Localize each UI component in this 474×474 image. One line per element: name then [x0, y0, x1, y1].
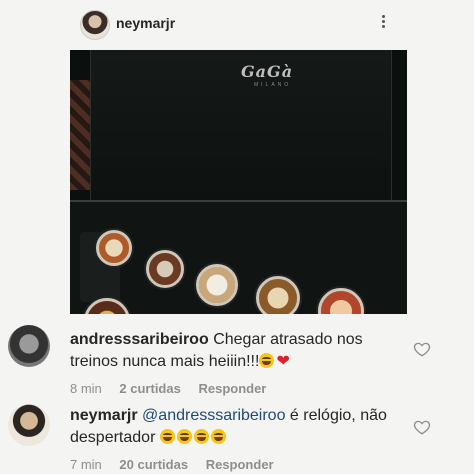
watch [256, 276, 300, 314]
red-heart-emoji-icon: ❤ [276, 353, 290, 370]
watch-box-lid: GaGà MILANO [90, 50, 392, 201]
brand-logo: GaGà [241, 62, 294, 81]
watch [96, 230, 132, 266]
comment-time: 7 min [70, 457, 102, 472]
comment-meta: 8 min 2 curtidas Responder [70, 381, 280, 396]
laughing-emoji-icon [159, 429, 175, 444]
avatar[interactable] [8, 404, 50, 446]
comment-body: neymarjr @andresssaribeiroo é relógio, n… [70, 405, 410, 449]
comment-body: andresssaribeiroo Chegar atrasado nos tr… [70, 329, 410, 373]
watch-tray [70, 200, 407, 314]
post-image[interactable]: GaGà MILANO [70, 50, 407, 314]
watch [318, 288, 364, 314]
comment-meta: 7 min 20 curtidas Responder [70, 457, 288, 472]
like-heart-icon[interactable] [413, 418, 431, 436]
brand-subtitle: MILANO [254, 82, 292, 88]
avatar[interactable] [8, 325, 50, 367]
more-options-icon[interactable] [378, 13, 388, 33]
reply-button[interactable]: Responder [198, 381, 266, 396]
reply-button[interactable]: Responder [206, 457, 274, 472]
watch [196, 264, 238, 306]
avatar[interactable] [80, 10, 110, 40]
laughing-emoji-icon [210, 429, 226, 444]
comment-likes[interactable]: 20 curtidas [119, 457, 188, 472]
laughing-emoji-icon [193, 429, 209, 444]
post-username[interactable]: neymarjr [116, 15, 175, 31]
laughing-emoji-icon [176, 429, 192, 444]
post-header: neymarjr [0, 0, 474, 46]
comment-username[interactable]: neymarjr [70, 407, 138, 424]
watch [146, 250, 184, 288]
laughing-emoji-icon [259, 353, 275, 368]
like-heart-icon[interactable] [413, 340, 431, 358]
comment-mention[interactable]: @andresssaribeiroo [142, 407, 285, 424]
comment-likes[interactable]: 2 curtidas [119, 381, 180, 396]
comment-time: 8 min [70, 381, 102, 396]
comment-username[interactable]: andresssaribeiroo [70, 331, 209, 348]
